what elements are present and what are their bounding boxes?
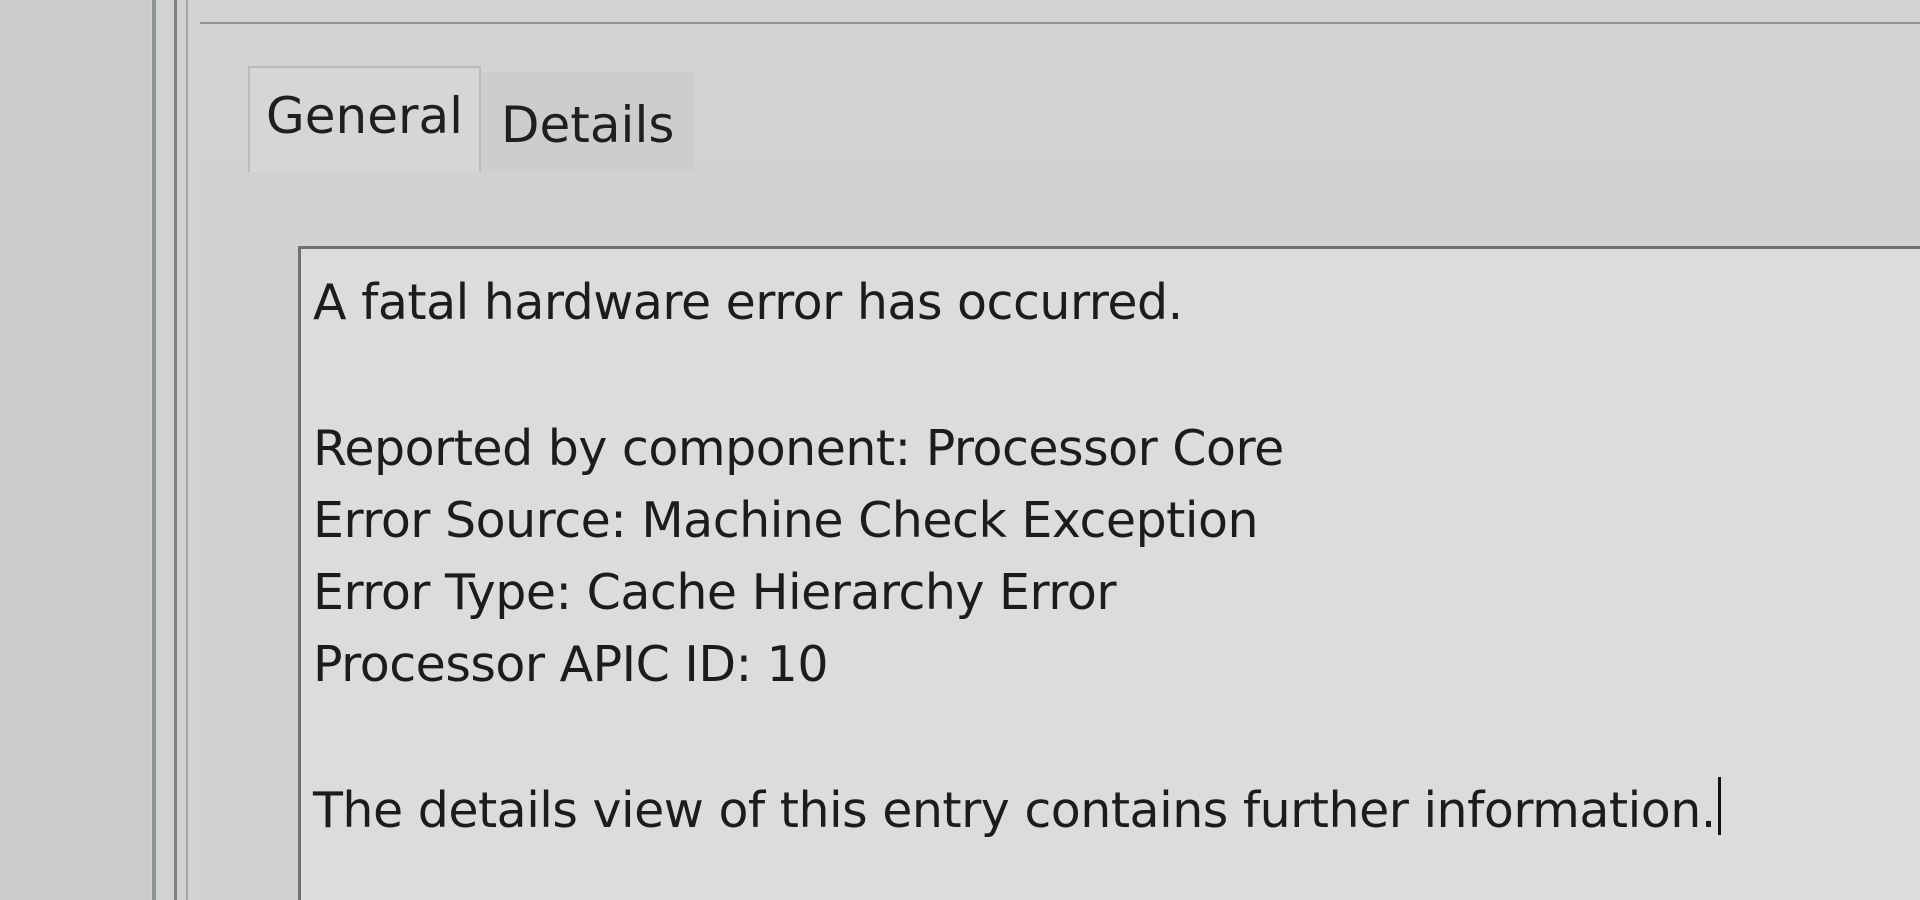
reported-by-line: Reported by component: Processor Core [313,420,1284,477]
window-border-line [186,0,188,900]
error-type-line: Error Type: Cache Hierarchy Error [313,564,1116,621]
footer-note: The details view of this entry contains … [313,782,1716,839]
apic-id-line: Processor APIC ID: 10 [313,636,829,693]
window-border-line [174,0,177,900]
text-caret [1717,777,1721,835]
tab-bar: General Details [248,66,695,172]
dialog-top-border [200,22,1920,24]
window-border-line [152,0,156,900]
event-description-textbox[interactable]: A fatal hardware error has occurred. Rep… [298,246,1920,900]
tab-general[interactable]: General [248,66,482,172]
footer-note-line: The details view of this entry contains … [313,775,1920,847]
message-heading: A fatal hardware error has occurred. [313,274,1183,331]
tab-details[interactable]: Details [481,72,695,170]
event-properties-window: General Details A fatal hardware error h… [0,0,1920,900]
window-frame-left [0,0,150,900]
error-source-line: Error Source: Machine Check Exception [313,492,1259,549]
tab-details-label: Details [501,96,675,154]
tab-general-label: General [266,87,464,145]
